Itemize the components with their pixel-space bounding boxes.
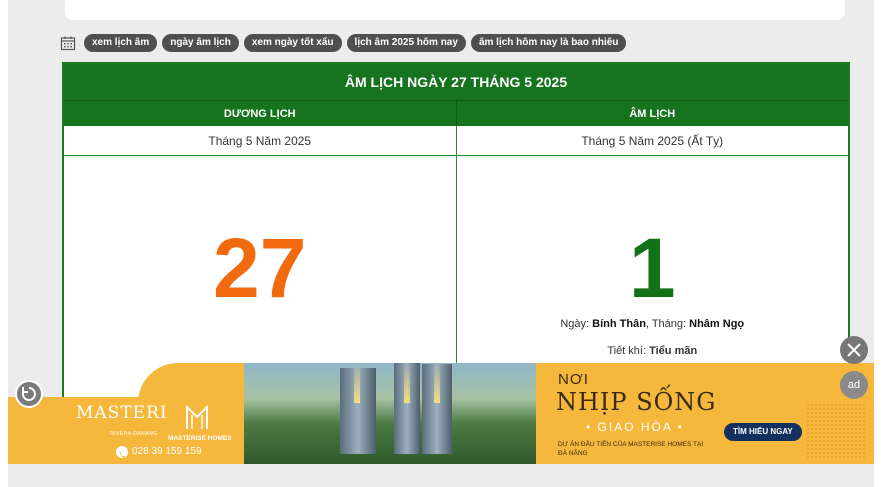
tag-link[interactable]: xem lịch âm [84, 34, 158, 52]
solar-term-info: Tiết khí: Tiểu mãn [607, 345, 698, 357]
close-ad-button[interactable] [840, 336, 868, 364]
ad-developer: MASTERISE HOMES [168, 435, 232, 442]
tag-link[interactable]: âm lịch hôm nay là bao nhiêu [470, 34, 627, 52]
ad-photo [244, 363, 536, 464]
close-icon [847, 343, 861, 357]
ad-headline-3: • GIAO HÒA • [586, 420, 684, 434]
light-beam [354, 363, 360, 403]
tag-link[interactable]: lịch âm 2025 hôm nay [346, 34, 466, 52]
can-chi-info: Ngày: Bính Thân, Tháng: Nhâm Ngọ [560, 318, 745, 330]
reload-button[interactable] [15, 380, 43, 408]
ad-badge[interactable]: ad [840, 371, 868, 399]
lunar-day-number: 1 [628, 221, 676, 315]
solar-header: DƯƠNG LỊCH [64, 101, 457, 126]
ad-description: DỰ ÁN ĐẦU TIÊN CỦA MASTERISE HOMES TẠI Đ… [558, 441, 704, 457]
ad-right-panel: NƠI NHỊP SỐNG • GIAO HÒA • DỰ ÁN ĐẦU TIÊ… [536, 363, 874, 464]
ad-headline-1: NƠI [558, 371, 589, 388]
tag-link[interactable]: xem ngày tốt xấu [243, 34, 342, 52]
tag-bar: xem lịch âm ngày âm lịch xem ngày tốt xấ… [60, 32, 627, 54]
light-beam [434, 363, 440, 403]
light-beam [404, 363, 410, 403]
ad-phone: 028 39 159 159 [132, 446, 202, 457]
solar-day-number: 27 [213, 221, 307, 315]
ad-brand-logo: MASTERI [76, 403, 168, 423]
solar-term: Tiểu mãn [649, 345, 698, 357]
ad-headline-2: NHỊP SỐNG [556, 388, 717, 416]
reload-icon [21, 387, 36, 401]
ad-cta-button[interactable]: TÌM HIỂU NGAY [724, 423, 802, 441]
calendar-icon [60, 35, 76, 51]
ad-banner[interactable]: MASTERI RIVERA DANANG MASTERISE HOMES 02… [8, 363, 874, 464]
day-can-chi: Bính Thân [592, 318, 646, 330]
calendar-column-headers: DƯƠNG LỊCH ÂM LỊCH [64, 100, 848, 126]
phone-icon [116, 446, 128, 458]
ad-brand-sub: RIVERA DANANG [110, 431, 158, 437]
calendar-title: ÂM LỊCH NGÀY 27 THÁNG 5 2025 [64, 64, 848, 100]
tag-link[interactable]: ngày âm lịch [162, 34, 239, 52]
lunar-header: ÂM LỊCH [629, 108, 676, 120]
solar-month: Tháng 5 Năm 2025 [64, 126, 457, 155]
lunar-calendar-card: ÂM LỊCH NGÀY 27 THÁNG 5 2025 DƯƠNG LỊCH … [62, 62, 850, 399]
top-card [65, 0, 845, 20]
masterise-logo-icon [184, 403, 210, 431]
page-bottom [8, 464, 874, 487]
dot-pattern [806, 403, 866, 458]
calendar-month-row: Tháng 5 Năm 2025 Tháng 5 Năm 2025 (Ất Tỵ… [64, 126, 848, 156]
month-can-chi: Nhâm Ngọ [689, 318, 745, 330]
lunar-month: Tháng 5 Năm 2025 (Ất Tỵ) [581, 134, 724, 148]
